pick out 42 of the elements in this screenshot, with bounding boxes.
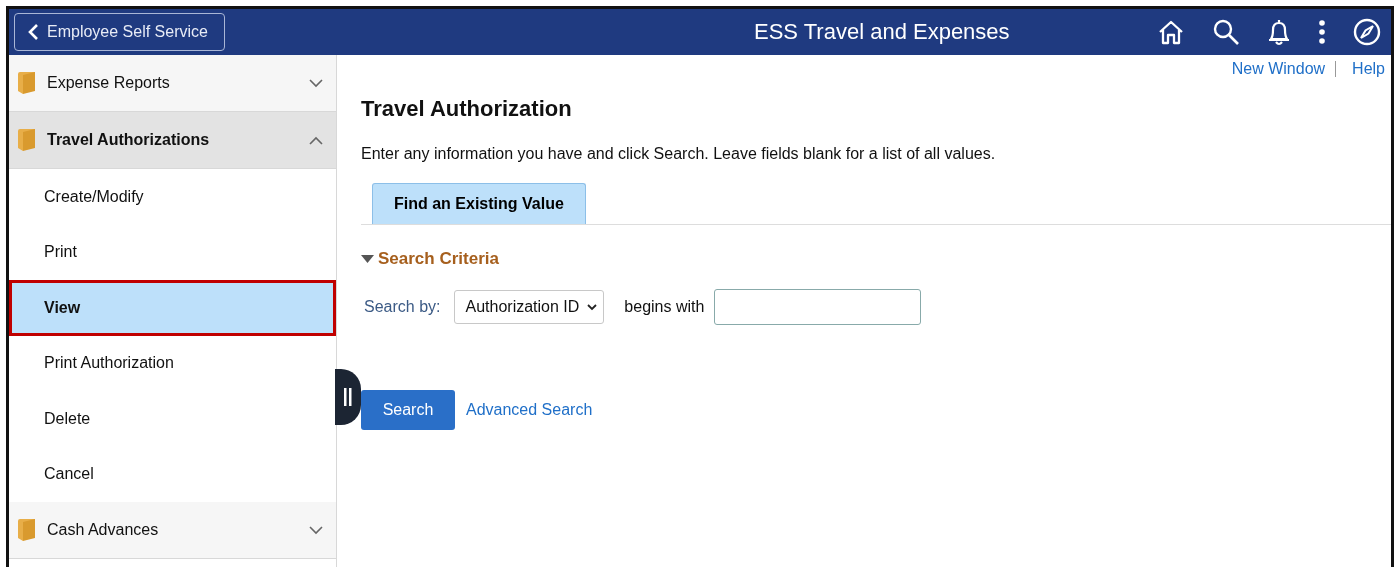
pause-bars-icon	[344, 388, 352, 406]
group-label: Cash Advances	[47, 521, 160, 539]
search-button[interactable]: Search	[361, 390, 455, 430]
chevron-down-icon	[308, 78, 324, 88]
back-button[interactable]: Employee Self Service	[14, 13, 225, 51]
sidebar-group[interactable]: Travel Authorizations	[9, 112, 336, 169]
field-label: Search by:	[364, 298, 441, 316]
sidebar-item[interactable]: View	[9, 280, 336, 336]
header-link[interactable]: Help	[1352, 60, 1385, 78]
sidebar-item[interactable]: Delete	[9, 391, 336, 447]
advanced-search-link[interactable]: Advanced Search	[466, 401, 593, 419]
bell-icon[interactable]	[1267, 18, 1291, 46]
search-by-dropdown[interactable]: Authorization ID	[454, 290, 605, 324]
section-heading: Search Criteria	[378, 249, 499, 269]
sidebar-item[interactable]: Cancel	[9, 446, 336, 502]
sidebar-group[interactable]: Expense Reports	[9, 55, 336, 112]
sidebar-item[interactable]: Print	[9, 224, 336, 280]
operator-label: begins with	[624, 298, 705, 316]
triangle-icon[interactable]	[361, 255, 374, 263]
folder-icon	[17, 128, 37, 152]
tab[interactable]: Find an Existing Value	[372, 183, 586, 224]
folder-icon	[17, 71, 37, 95]
collapse-handle[interactable]	[335, 369, 361, 425]
group-label: Expense Reports	[47, 74, 171, 92]
header-link[interactable]: New Window	[1231, 60, 1326, 78]
folder-icon	[17, 518, 37, 542]
input-field[interactable]	[714, 289, 922, 325]
caret-icon	[587, 303, 598, 311]
sidebar-group[interactable]: Cash Advances	[9, 502, 336, 559]
more-icon[interactable]	[1318, 19, 1326, 45]
instructions-text: Enter any information you have and click Search. Leave fields blank for a list of all values.	[361, 145, 997, 163]
chevron-down-icon	[308, 525, 324, 535]
compass-icon[interactable]	[1353, 18, 1381, 46]
home-icon[interactable]	[1157, 19, 1185, 45]
page-title: Travel Authorization	[361, 96, 573, 122]
sidebar-item[interactable]: Print Authorization	[9, 335, 336, 391]
group-label: Travel Authorizations	[47, 131, 211, 149]
chevron-left-icon	[27, 23, 39, 41]
chevron-up-icon	[308, 135, 324, 145]
sidebar-item[interactable]: Create/Modify	[9, 169, 336, 225]
search-icon[interactable]	[1212, 18, 1240, 46]
app-title: ESS Travel and Expenses	[754, 19, 1010, 45]
